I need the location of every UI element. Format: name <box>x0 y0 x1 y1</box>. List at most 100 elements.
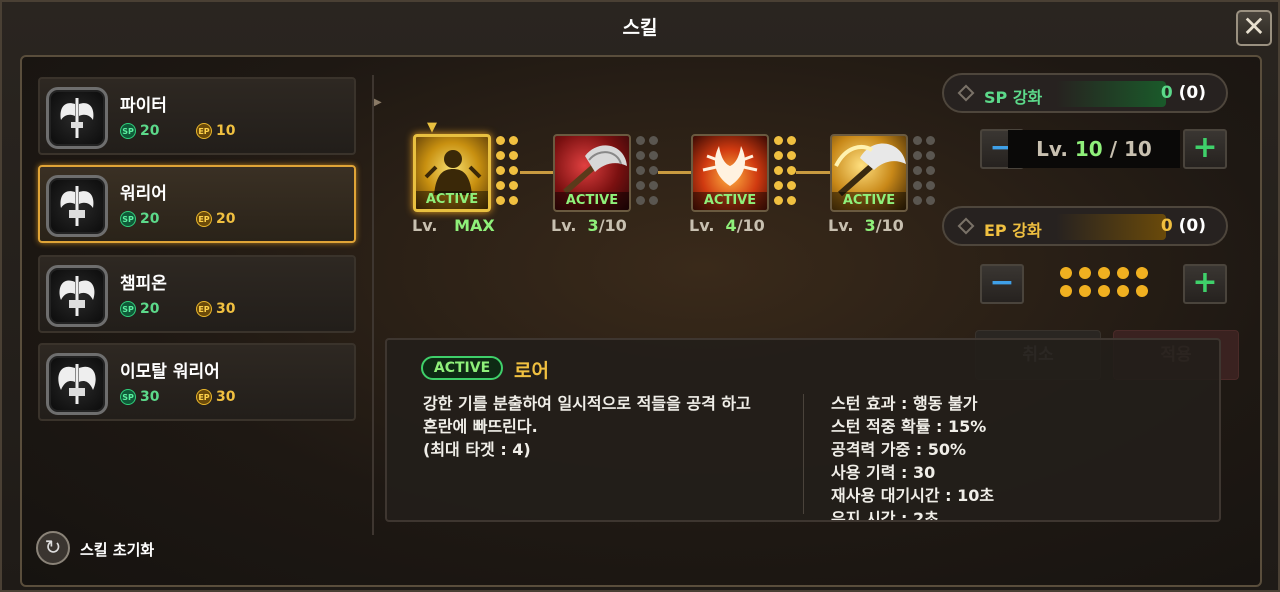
point-dot <box>926 166 935 175</box>
skill-connector <box>796 171 830 174</box>
point-dot <box>496 181 505 190</box>
sp-value: 30 <box>140 389 160 405</box>
skill-level-1: Lv. MAX <box>412 216 495 235</box>
skill-points-dots <box>774 136 800 210</box>
point-dot <box>926 136 935 145</box>
point-dot <box>787 181 796 190</box>
ep-total: (0) <box>1178 216 1206 236</box>
ep-minus-button[interactable]: − <box>980 264 1024 304</box>
reset-icon: ↻ <box>36 531 70 565</box>
class-ep: EP 10 <box>196 123 235 139</box>
skill-connector <box>520 171 554 174</box>
selected-marker-icon: ▼ <box>427 120 437 135</box>
skill-slot-1[interactable]: ACTIVE <box>413 134 491 212</box>
sp-value: 20 <box>140 123 160 139</box>
sp-total: (0) <box>1178 83 1206 103</box>
ep-point-dot <box>1060 267 1072 279</box>
ep-point-dot <box>1098 285 1110 297</box>
level-current: 3 <box>587 216 599 235</box>
ep-coin-icon: EP <box>196 301 212 317</box>
skill-effects: 스턴 효과 : 행동 불가 스턴 적중 확률 : 15% 공격력 가중 : 50… <box>831 392 995 520</box>
flame-claw-icon <box>702 146 758 186</box>
effect-line: 스턴 적중 확률 : 15% <box>831 417 987 436</box>
point-dot <box>636 151 645 160</box>
ep-point-dot <box>1079 285 1091 297</box>
point-dot <box>913 166 922 175</box>
point-dot <box>636 166 645 175</box>
sp-value: 20 <box>140 301 160 317</box>
class-card-fighter[interactable]: 파이터 SP 20 EP 10 <box>38 77 356 155</box>
skill-connector <box>658 171 692 174</box>
divider-arrow-icon: ▶ <box>374 97 382 108</box>
point-dot <box>926 196 935 205</box>
point-dot <box>787 196 796 205</box>
active-badge: ACTIVE <box>421 356 503 380</box>
effect-line: 재사용 대기시간 : 10초 <box>831 486 995 505</box>
point-dot <box>509 181 518 190</box>
point-dot <box>774 196 783 205</box>
skill-slot-4[interactable]: ACTIVE <box>830 134 908 212</box>
diamond-icon <box>957 84 975 102</box>
ep-bar <box>1056 214 1166 240</box>
axe-icon <box>563 145 627 195</box>
class-name: 파이터 <box>120 96 167 116</box>
sp-plus-button[interactable]: + <box>1183 129 1227 169</box>
ep-value: 10 <box>216 123 236 139</box>
skill-detail-panel: ACTIVE 로어 강한 기를 분출하여 일시적으로 적들을 공격 하고 혼란에… <box>385 338 1221 522</box>
point-dot <box>926 181 935 190</box>
effect-line: 공격력 가중 : 50% <box>831 440 967 459</box>
skill-slot-2[interactable]: ACTIVE <box>553 134 631 212</box>
skill-description: 강한 기를 분출하여 일시적으로 적들을 공격 하고 혼란에 빠뜨린다. (최대… <box>423 392 751 461</box>
skill-slot-3[interactable]: ACTIVE <box>691 134 769 212</box>
level-prefix: Lv. <box>689 216 715 235</box>
sp-bar <box>1056 81 1166 107</box>
sp-coin-icon: SP <box>120 123 136 139</box>
axe-emblem-icon <box>46 87 108 149</box>
ep-enhance-panel: EP 강화 0 (0) <box>942 206 1228 246</box>
level-max: /10 <box>736 216 765 235</box>
point-dot <box>774 151 783 160</box>
sp-value: 0 (0) <box>1161 83 1206 103</box>
class-card-immortal-warrior[interactable]: 이모탈 워리어 SP 30 EP 30 <box>38 343 356 421</box>
class-sp: SP 20 <box>120 211 159 227</box>
level-current: 10 <box>1074 137 1103 161</box>
class-card-warrior[interactable]: 워리어 SP 20 EP 20 <box>38 165 356 243</box>
class-sp: SP 20 <box>120 301 159 317</box>
class-sp: SP 30 <box>120 389 159 405</box>
level-current: 3 <box>864 216 876 235</box>
axe-emblem-icon <box>46 265 108 327</box>
skill-window: 스킬 ✕ 파이터 SP 20 EP 10 워리어 SP 20 EP 20 챔피온… <box>0 0 1280 592</box>
point-dot <box>649 166 658 175</box>
point-dot <box>774 136 783 145</box>
point-dot <box>509 196 518 205</box>
ep-plus-button[interactable]: + <box>1183 264 1227 304</box>
point-dot <box>913 151 922 160</box>
level-max: /10 <box>875 216 904 235</box>
class-name: 이모탈 워리어 <box>120 362 220 382</box>
panel-divider <box>372 75 374 535</box>
ep-point-dot <box>1136 285 1148 297</box>
point-dot <box>649 196 658 205</box>
point-dot <box>636 181 645 190</box>
point-dot <box>636 196 645 205</box>
ep-value: 30 <box>216 389 236 405</box>
skill-level-4: Lv. 3/10 <box>828 216 904 235</box>
skill-level-2: Lv. 3/10 <box>551 216 627 235</box>
aura-icon <box>424 150 482 195</box>
level-max: /10 <box>598 216 627 235</box>
sp-enhance-panel: SP 강화 0 (0) <box>942 73 1228 113</box>
point-dot <box>496 196 505 205</box>
class-name: 챔피온 <box>120 274 167 294</box>
class-card-champion[interactable]: 챔피온 SP 20 EP 30 <box>38 255 356 333</box>
close-button[interactable]: ✕ <box>1236 10 1272 46</box>
skill-points-dots <box>636 136 662 210</box>
point-dot <box>496 166 505 175</box>
sp-value: 20 <box>140 211 160 227</box>
point-dot <box>913 196 922 205</box>
description-line: 강한 기를 분출하여 일시적으로 적들을 공격 하고 <box>423 394 751 413</box>
skill-level-3: Lv. 4/10 <box>689 216 765 235</box>
window-title: 스킬 <box>622 17 658 39</box>
level-current: MAX <box>454 216 495 235</box>
level-prefix: Lv. <box>1036 137 1068 161</box>
point-dot <box>496 151 505 160</box>
